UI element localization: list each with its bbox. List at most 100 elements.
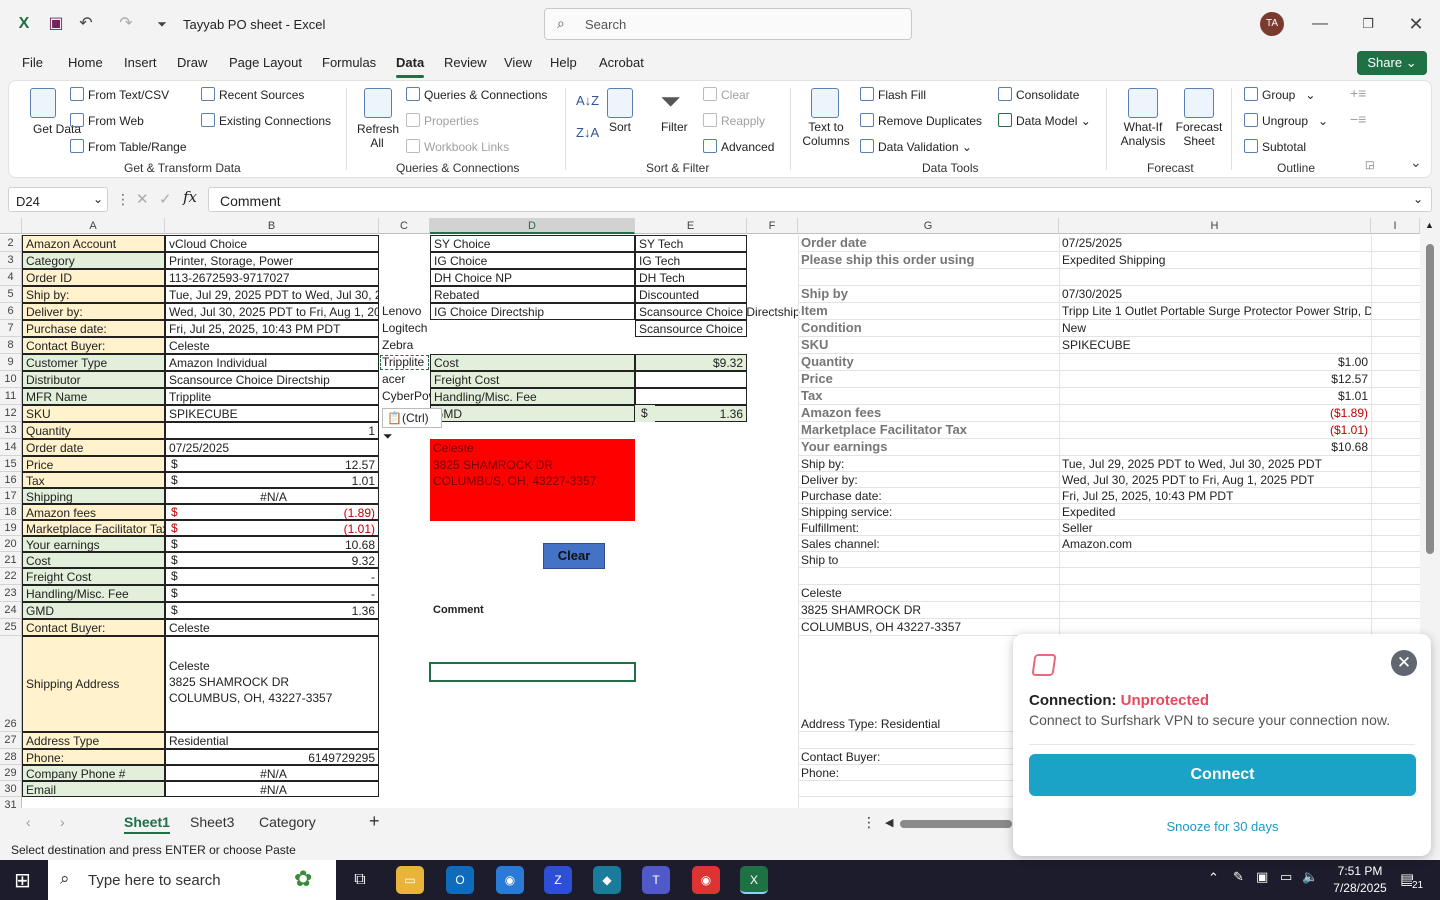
network-icon[interactable]: ▭ bbox=[1280, 869, 1292, 885]
cell-value[interactable]: Scansource Choice Directship bbox=[635, 303, 800, 320]
data-model-button[interactable]: Data Model ⌄ bbox=[998, 113, 1091, 128]
cell-value[interactable]: Tue, Jul 29, 2025 PDT to Wed, Jul 30, 20… bbox=[1059, 456, 1371, 472]
cell-label[interactable]: Price bbox=[798, 371, 1059, 388]
reapply-button[interactable]: Reapply bbox=[703, 113, 765, 128]
comment-label[interactable]: Comment bbox=[430, 602, 635, 619]
cell-label[interactable]: Deliver by: bbox=[22, 303, 165, 320]
from-text-csv-button[interactable]: From Text/CSV bbox=[70, 87, 169, 102]
row-header[interactable]: 23 bbox=[0, 585, 22, 602]
tab-data[interactable]: Data bbox=[396, 55, 425, 78]
enter-icon[interactable]: ✓ bbox=[159, 190, 172, 208]
volume-icon[interactable]: 🔈 bbox=[1302, 869, 1318, 885]
clock[interactable]: 7:51 PM 7/28/2025 bbox=[1330, 863, 1390, 897]
column-header[interactable]: D bbox=[430, 218, 635, 234]
address-line-2[interactable]: 3825 SHAMROCK DR bbox=[166, 674, 376, 690]
cell-label[interactable]: Customer Type bbox=[22, 354, 165, 371]
file-explorer-icon[interactable]: ▭ bbox=[396, 866, 424, 894]
cell-border[interactable] bbox=[165, 585, 195, 602]
redo-icon[interactable]: ↷ bbox=[114, 12, 138, 36]
column-header[interactable]: A bbox=[22, 218, 165, 234]
red-address-line[interactable]: 3825 SHAMROCK DR bbox=[430, 457, 635, 473]
row-header[interactable]: 28 bbox=[0, 749, 22, 765]
outlook-icon[interactable]: O bbox=[446, 866, 474, 894]
currency-symbol[interactable]: $ bbox=[635, 405, 655, 422]
cell-label[interactable]: Sales channel: bbox=[798, 536, 1059, 552]
minimize-icon[interactable]: — bbox=[1308, 12, 1332, 36]
chrome-icon[interactable]: ◉ bbox=[496, 866, 524, 894]
cell-label[interactable]: Tax bbox=[22, 472, 165, 488]
row-header[interactable]: 18 bbox=[0, 504, 22, 520]
cell-label[interactable]: Contact Buyer: bbox=[22, 619, 165, 636]
group-button[interactable]: Group ⌄ bbox=[1244, 87, 1315, 102]
tab-draw[interactable]: Draw bbox=[177, 55, 207, 70]
tab-page-layout[interactable]: Page Layout bbox=[229, 55, 302, 70]
cell-label[interactable]: Please ship this order using bbox=[798, 252, 1059, 269]
cell-value[interactable]: vCloud Choice bbox=[165, 235, 379, 252]
row-header[interactable]: 14 bbox=[0, 439, 22, 456]
cell-value[interactable]: Residential bbox=[165, 732, 379, 749]
sheet-tab-category[interactable]: Category bbox=[259, 814, 316, 830]
flash-fill-button[interactable]: Flash Fill bbox=[860, 87, 926, 102]
windows-start-icon[interactable]: ⊞ bbox=[14, 868, 31, 893]
row-header[interactable]: 31 bbox=[0, 797, 22, 808]
cell-value[interactable]: Scansource Choice bbox=[635, 320, 747, 337]
column-header[interactable]: F bbox=[747, 218, 798, 234]
cell-label[interactable]: GMD bbox=[430, 405, 635, 422]
row-header[interactable]: 3 bbox=[0, 252, 22, 269]
cell-label[interactable]: Price bbox=[22, 456, 165, 472]
active-cell[interactable] bbox=[429, 662, 636, 682]
what-if-analysis-button[interactable]: What-If Analysis bbox=[1116, 120, 1170, 148]
consolidate-button[interactable]: Consolidate bbox=[998, 87, 1079, 102]
save-icon[interactable]: ▣ bbox=[44, 12, 68, 36]
cell-label[interactable] bbox=[798, 269, 1059, 286]
red-address-line[interactable]: Celeste bbox=[430, 440, 635, 456]
show-detail-icon[interactable]: +≡ bbox=[1350, 85, 1366, 101]
cell-label[interactable]: Fulfillment: bbox=[798, 520, 1059, 536]
cell-value[interactable]: Lenovo bbox=[379, 303, 430, 320]
cell-label[interactable]: Email bbox=[22, 781, 165, 797]
cell-value[interactable]: Fri, Jul 25, 2025, 10:43 PM PDT bbox=[165, 320, 379, 337]
properties-button[interactable]: Properties bbox=[406, 113, 479, 128]
tab-insert[interactable]: Insert bbox=[124, 55, 157, 70]
cell-label[interactable]: Quantity bbox=[798, 354, 1059, 371]
cell-label[interactable]: Order date bbox=[22, 439, 165, 456]
cell-label[interactable]: Order ID bbox=[22, 269, 165, 286]
sort-button[interactable]: Sort bbox=[609, 120, 631, 134]
cell-border[interactable] bbox=[165, 602, 195, 619]
cell-value[interactable]: Tripplite bbox=[165, 388, 379, 405]
sort-ascending-icon[interactable]: A↓Z bbox=[576, 93, 599, 108]
cell-value[interactable]: 1 bbox=[165, 422, 379, 439]
refresh-all-button[interactable]: Refresh All bbox=[357, 122, 399, 150]
red-address-line[interactable]: COLUMBUS, OH, 43227-3357 bbox=[430, 473, 635, 489]
column-header[interactable]: B bbox=[165, 218, 379, 234]
cell-border[interactable] bbox=[165, 504, 195, 520]
cell-value[interactable]: Amazon Individual bbox=[165, 354, 379, 371]
customize-qat-icon[interactable]: ⏷ bbox=[150, 12, 174, 36]
row-header[interactable]: 16 bbox=[0, 472, 22, 488]
cell-label[interactable]: SKU bbox=[22, 405, 165, 422]
cell-label[interactable]: Purchase date: bbox=[798, 488, 1059, 504]
cell-label[interactable]: Freight Cost bbox=[430, 371, 635, 388]
cell-label[interactable] bbox=[798, 568, 1059, 585]
cell-value[interactable]: 07/25/2025 bbox=[1059, 235, 1371, 252]
cell-label[interactable]: Company Phone # bbox=[22, 765, 165, 781]
cell-value[interactable]: 07/30/2025 bbox=[1059, 286, 1371, 303]
paste-options-button[interactable]: 📋(Ctrl) ⏷ bbox=[382, 408, 442, 443]
row-header[interactable]: 22 bbox=[0, 568, 22, 585]
cell-value[interactable]: Wed, Jul 30, 2025 PDT to Fri, Aug 1, 202… bbox=[165, 303, 379, 320]
name-box[interactable]: D24 ⌄ bbox=[8, 187, 108, 212]
cell-value[interactable]: #N/A bbox=[165, 765, 379, 781]
cell-value[interactable]: CyberPow bbox=[379, 388, 430, 405]
row-header[interactable]: 29 bbox=[0, 765, 22, 781]
column-header[interactable]: I bbox=[1371, 218, 1420, 234]
cell-label[interactable]: Phone: bbox=[22, 749, 165, 765]
cell-value[interactable]: 10.68 bbox=[195, 536, 379, 552]
next-sheet-icon[interactable]: › bbox=[60, 814, 65, 830]
cell-value[interactable]: $1.00 bbox=[1059, 354, 1371, 371]
row-header[interactable]: 4 bbox=[0, 269, 22, 286]
cell-value[interactable]: ($1.01) bbox=[1059, 422, 1371, 439]
cell-value[interactable]: $12.57 bbox=[1059, 371, 1371, 388]
task-view-icon[interactable]: ⧉ bbox=[346, 866, 374, 894]
connect-button[interactable]: Connect bbox=[1029, 754, 1416, 796]
cell-value[interactable]: DH Tech bbox=[635, 269, 747, 286]
